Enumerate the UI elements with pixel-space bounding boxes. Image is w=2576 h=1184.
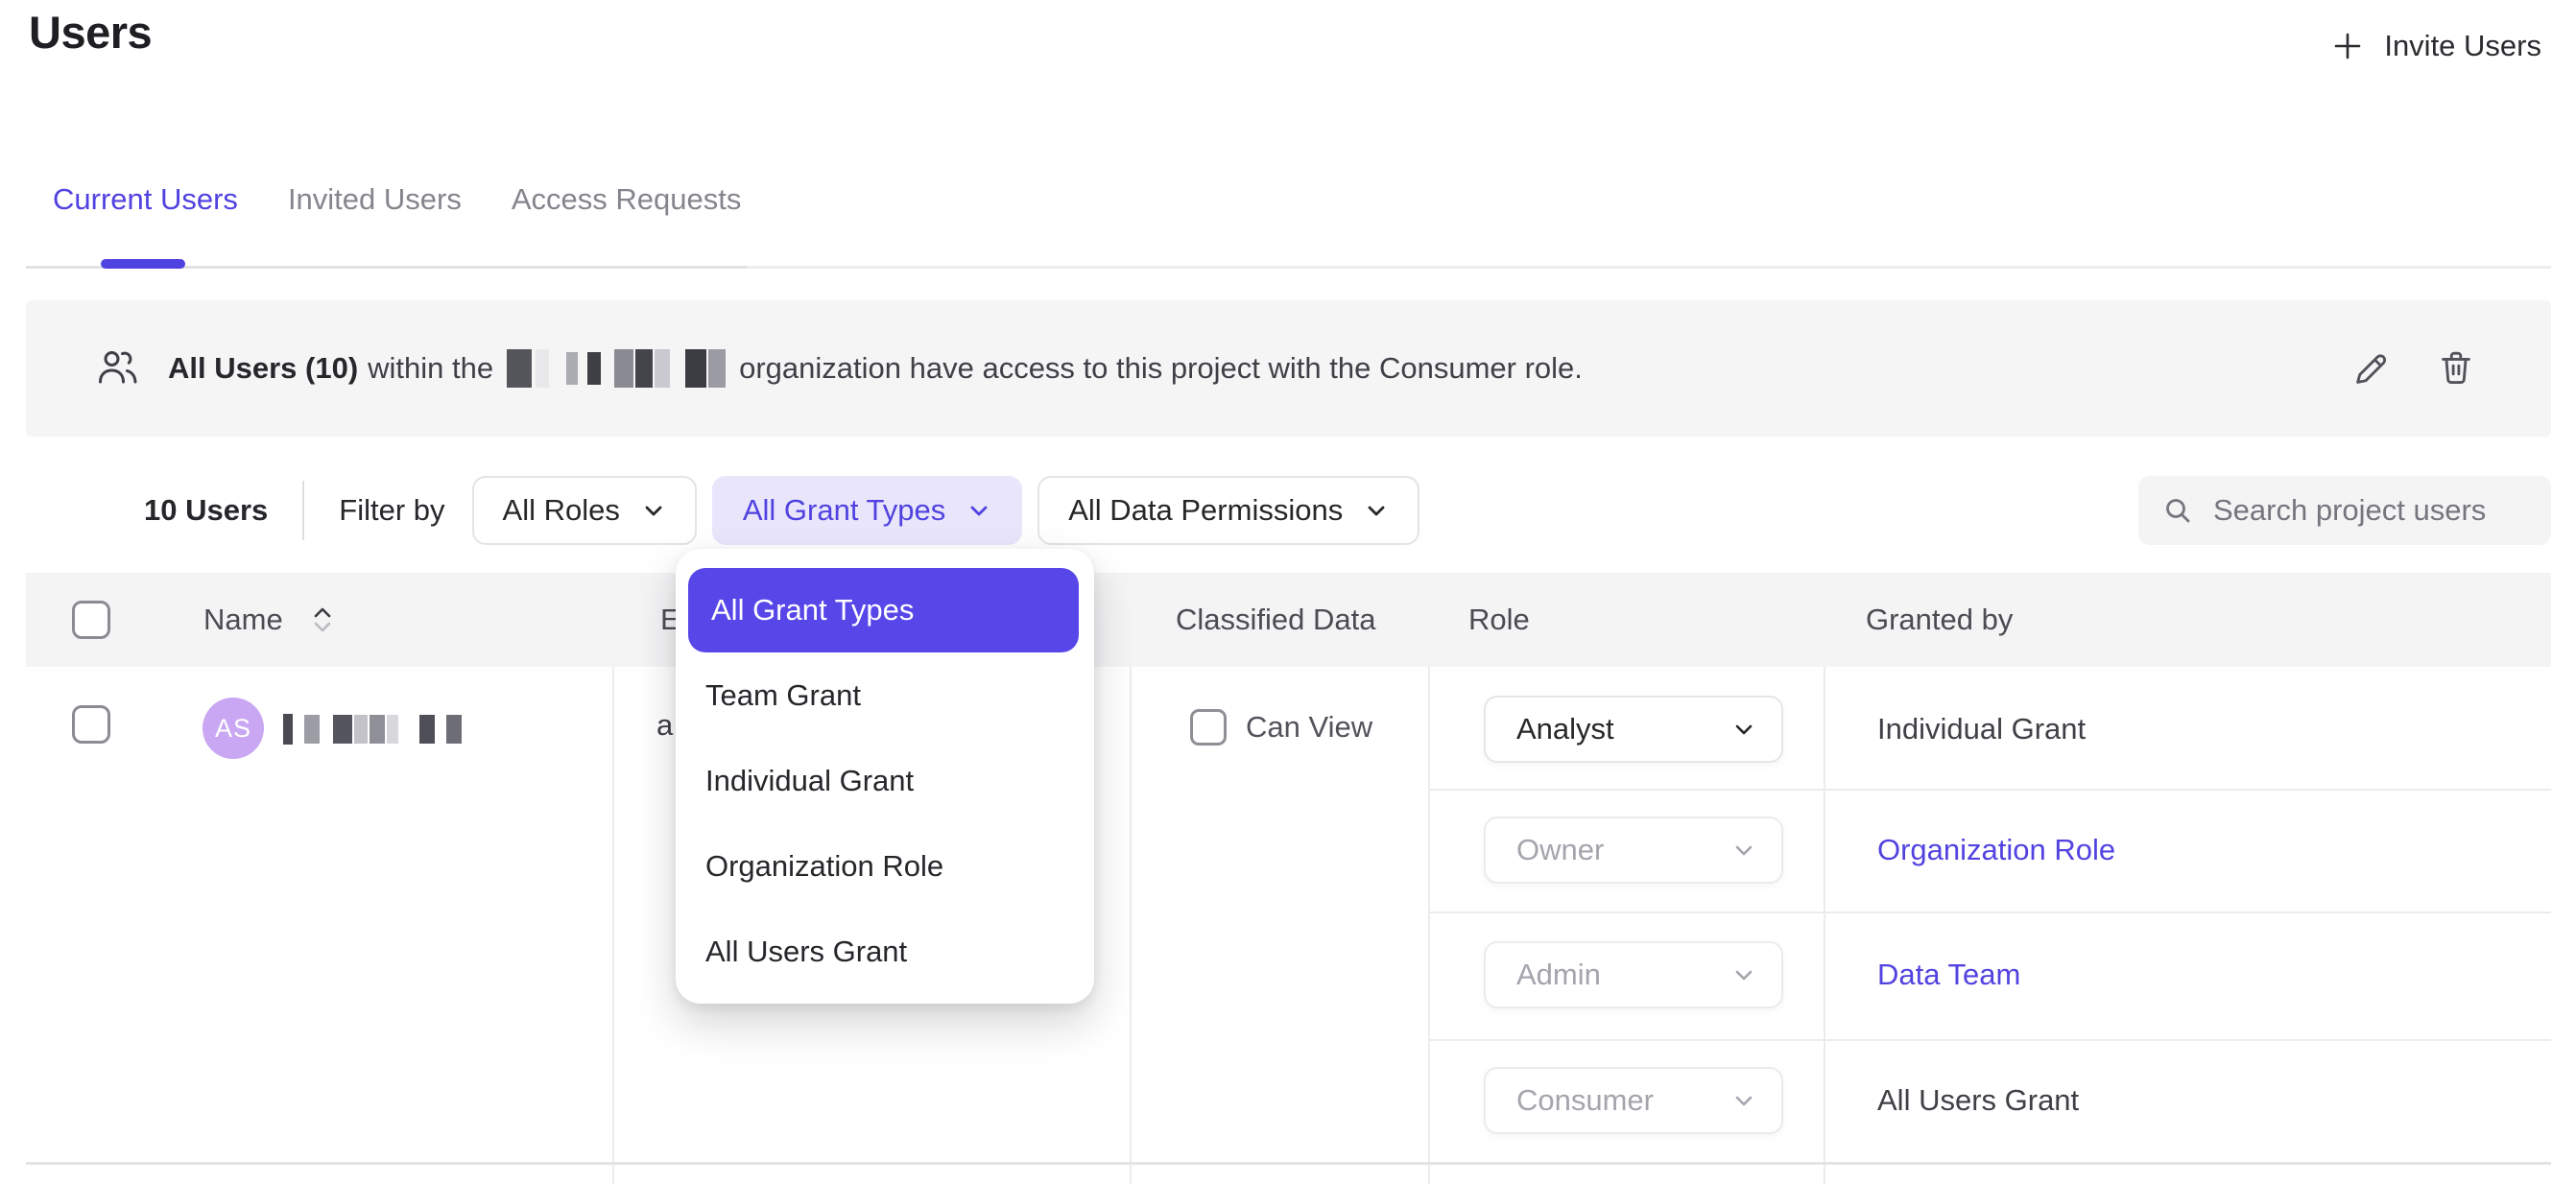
all-users-banner: All Users (10) within the organization h… bbox=[26, 300, 2551, 437]
tab-bar: Current Users Invited Users Access Reque… bbox=[53, 182, 741, 217]
role-select-value: Consumer bbox=[1516, 1083, 1654, 1118]
search-input[interactable] bbox=[2211, 492, 2532, 529]
filter-pills: All Roles All Grant Types All Data Permi… bbox=[472, 476, 1420, 545]
filter-bar: 10 Users Filter by All Roles All Grant T… bbox=[26, 476, 2551, 545]
tab-access-requests[interactable]: Access Requests bbox=[512, 182, 742, 217]
column-header-granted-by: Granted by bbox=[1866, 573, 2013, 667]
tab-current-users[interactable]: Current Users bbox=[53, 182, 238, 217]
dropdown-item-organization-role[interactable]: Organization Role bbox=[676, 823, 1094, 909]
filter-divider bbox=[302, 481, 304, 540]
search-icon bbox=[2161, 494, 2194, 527]
user-count: 10 Users bbox=[144, 493, 268, 528]
dropdown-item-all-grant-types[interactable]: All Grant Types bbox=[688, 568, 1079, 652]
column-header-role: Role bbox=[1468, 573, 1530, 667]
avatar-initials: AS bbox=[215, 714, 251, 744]
banner-bold-text: All Users (10) bbox=[168, 351, 358, 386]
filter-all-grant-types-label: All Grant Types bbox=[743, 493, 945, 528]
tab-invited-users[interactable]: Invited Users bbox=[288, 182, 462, 217]
grant-row-divider bbox=[1428, 1039, 2551, 1041]
filter-all-data-permissions[interactable]: All Data Permissions bbox=[1038, 476, 1419, 545]
filter-all-data-permissions-label: All Data Permissions bbox=[1068, 493, 1343, 528]
column-header-name: Name bbox=[203, 573, 283, 667]
page-title: Users bbox=[29, 6, 152, 59]
invite-users-label: Invite Users bbox=[2384, 29, 2541, 63]
granted-by-organization-role-link[interactable]: Organization Role bbox=[1877, 833, 2115, 867]
banner-actions bbox=[2349, 346, 2478, 391]
banner-text: All Users (10) within the organization h… bbox=[168, 349, 1583, 388]
delete-icon[interactable] bbox=[2434, 346, 2478, 391]
grant-types-dropdown: All Grant Types Team Grant Individual Gr… bbox=[676, 549, 1094, 1004]
banner-suffix-text: organization have access to this project… bbox=[739, 351, 1583, 386]
avatar: AS bbox=[203, 698, 264, 759]
can-view-checkbox[interactable] bbox=[1190, 709, 1227, 746]
users-group-icon bbox=[95, 345, 141, 391]
dropdown-item-team-grant[interactable]: Team Grant bbox=[676, 652, 1094, 738]
table-body: AS a Can View Analyst Owner Admin Consum… bbox=[26, 667, 2551, 1184]
role-select-value: Analyst bbox=[1516, 712, 1614, 746]
row-divider bbox=[26, 1162, 2551, 1165]
active-tab-indicator bbox=[101, 259, 185, 269]
redacted-org-name bbox=[507, 349, 726, 388]
sort-icon[interactable] bbox=[311, 603, 334, 637]
role-select-owner: Owner bbox=[1484, 817, 1783, 884]
role-select-admin: Admin bbox=[1484, 941, 1783, 1008]
granted-by-all-users-grant: All Users Grant bbox=[1877, 1083, 2079, 1118]
can-view-label: Can View bbox=[1246, 710, 1372, 745]
search-project-users[interactable] bbox=[2138, 476, 2551, 545]
chevron-down-icon bbox=[1364, 498, 1389, 523]
dropdown-item-all-users-grant[interactable]: All Users Grant bbox=[676, 909, 1094, 994]
column-divider bbox=[612, 667, 614, 1184]
select-all-checkbox[interactable] bbox=[72, 601, 110, 639]
filter-all-roles[interactable]: All Roles bbox=[472, 476, 697, 545]
dropdown-item-individual-grant[interactable]: Individual Grant bbox=[676, 738, 1094, 823]
filter-all-grant-types[interactable]: All Grant Types bbox=[712, 476, 1022, 545]
chevron-down-icon bbox=[1731, 1088, 1756, 1113]
column-divider bbox=[1130, 667, 1132, 1184]
grant-row-divider bbox=[1428, 912, 2551, 913]
users-page: Users Invite Users Current Users Invited… bbox=[0, 0, 2576, 1184]
column-divider bbox=[1824, 667, 1825, 1184]
table-header: Name Email Classified Data Role Granted … bbox=[26, 573, 2551, 667]
plus-icon bbox=[2330, 29, 2365, 63]
row-checkbox[interactable] bbox=[72, 705, 110, 744]
chevron-down-icon bbox=[1731, 717, 1756, 742]
role-select-value: Owner bbox=[1516, 833, 1604, 867]
role-select-consumer: Consumer bbox=[1484, 1067, 1783, 1134]
granted-by-data-team-link[interactable]: Data Team bbox=[1877, 958, 2020, 992]
column-divider bbox=[1428, 667, 1430, 1184]
chevron-down-icon bbox=[1731, 962, 1756, 987]
edit-icon[interactable] bbox=[2349, 346, 2394, 391]
filter-by-label: Filter by bbox=[339, 493, 444, 528]
filter-all-roles-label: All Roles bbox=[503, 493, 620, 528]
role-select-analyst[interactable]: Analyst bbox=[1484, 696, 1783, 763]
role-select-value: Admin bbox=[1516, 958, 1601, 992]
chevron-down-icon bbox=[641, 498, 666, 523]
banner-middle-text: within the bbox=[368, 351, 493, 386]
invite-users-button[interactable]: Invite Users bbox=[2330, 29, 2541, 63]
grant-row-divider bbox=[1428, 789, 2551, 791]
chevron-down-icon bbox=[1731, 838, 1756, 863]
redacted-user-name bbox=[283, 715, 462, 744]
chevron-down-icon bbox=[966, 498, 991, 523]
granted-by-individual-grant: Individual Grant bbox=[1877, 712, 2086, 746]
user-email: a bbox=[656, 708, 673, 743]
tabs-divider-light bbox=[747, 266, 2551, 269]
column-header-classified-data: Classified Data bbox=[1176, 573, 1375, 667]
